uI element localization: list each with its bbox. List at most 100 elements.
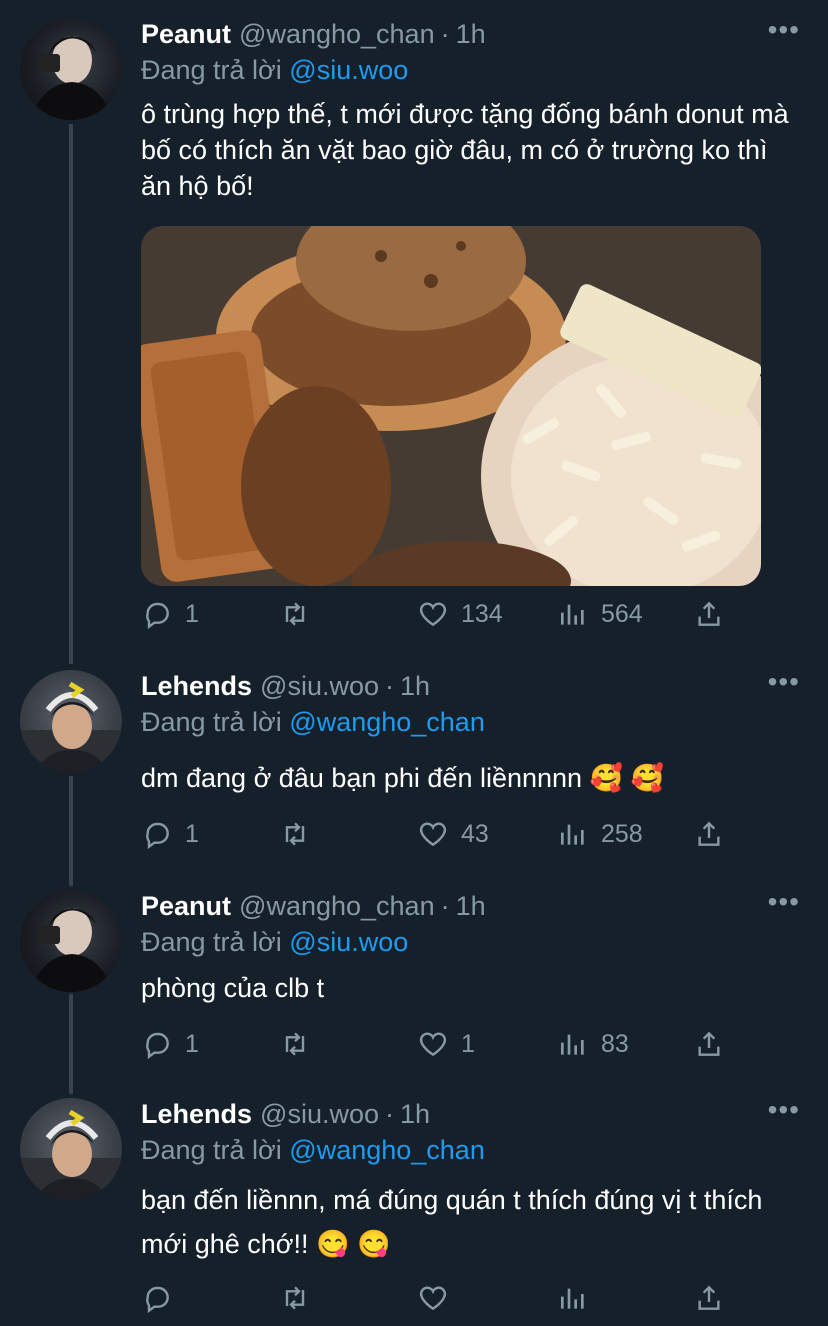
mention-link[interactable]: @siu.woo (289, 55, 408, 85)
reply-icon (146, 1286, 169, 1314)
replying-to-label: Đang trả lời (141, 1135, 282, 1165)
separator-dot: · (440, 891, 450, 921)
tweet-actions: 1 43 258 (141, 818, 741, 858)
reply-count: 1 (185, 599, 199, 628)
tweet-text: bạn đến liềnnn, má đúng quán t thích đún… (141, 1185, 763, 1259)
tweet-header: Lehends @siu.woo · 1h (141, 668, 800, 704)
replying-to: Đang trả lời @wangho_chan (141, 704, 800, 740)
timestamp[interactable]: 1h (400, 668, 430, 704)
replying-to-label: Đang trả lời (141, 707, 282, 737)
share-icon (698, 1031, 720, 1056)
reply-count: 1 (185, 819, 199, 848)
separator-dot: · (440, 19, 450, 49)
avatar[interactable] (20, 890, 122, 992)
display-name[interactable]: Lehends (141, 1096, 252, 1132)
more-icon[interactable]: ••• (768, 16, 800, 44)
views-icon (561, 1034, 584, 1055)
share-icon (698, 601, 720, 626)
mention-link[interactable]: @wangho_chan (289, 1135, 485, 1165)
share-button[interactable] (693, 1028, 725, 1060)
tweet-text: ô trùng hợp thế, t mới được tặng đống bá… (141, 99, 789, 201)
views-icon (561, 824, 584, 845)
share-icon (698, 821, 720, 846)
like-count: 134 (461, 599, 503, 628)
reply-icon (146, 1032, 169, 1060)
timestamp[interactable]: 1h (456, 16, 486, 52)
retweet-button[interactable] (279, 598, 323, 630)
tweet-header: Peanut @wangho_chan · 1h (141, 16, 800, 52)
username[interactable]: @wangho_chan (239, 16, 435, 52)
like-icon (419, 1286, 447, 1311)
like-count: 43 (461, 819, 489, 848)
retweet-button[interactable] (279, 1282, 323, 1314)
tweet-actions (141, 1282, 741, 1322)
views-button[interactable]: 258 (557, 818, 643, 850)
views-count: 83 (601, 1029, 629, 1058)
views-icon (561, 604, 584, 625)
timestamp[interactable]: 1h (456, 888, 486, 924)
tweet-actions: 1 134 564 (141, 598, 741, 638)
like-button[interactable]: 134 (417, 598, 503, 630)
avatar[interactable] (20, 18, 122, 120)
display-name[interactable]: Lehends (141, 668, 252, 704)
share-button[interactable] (693, 598, 725, 630)
reply-button[interactable]: 1 (141, 598, 199, 630)
mention-link[interactable]: @wangho_chan (289, 707, 485, 737)
avatar[interactable] (20, 670, 122, 772)
views-button[interactable] (557, 1282, 601, 1314)
views-button[interactable]: 564 (557, 598, 643, 630)
views-count: 258 (601, 819, 643, 848)
tweet-photo[interactable] (141, 226, 761, 586)
like-icon (419, 1032, 447, 1057)
share-button[interactable] (693, 1282, 725, 1314)
retweet-icon (285, 822, 305, 846)
like-button[interactable]: 43 (417, 818, 489, 850)
more-icon[interactable]: ••• (768, 1096, 800, 1124)
username[interactable]: @wangho_chan (239, 888, 435, 924)
retweet-icon (285, 1032, 305, 1056)
reply-count: 1 (185, 1029, 199, 1058)
tweet[interactable]: Peanut @wangho_chan · 1h ••• Đang trả lờ… (0, 872, 828, 1072)
reply-icon (146, 822, 169, 850)
mention-link[interactable]: @siu.woo (289, 927, 408, 957)
more-icon[interactable]: ••• (768, 668, 800, 696)
reply-button[interactable] (141, 1282, 185, 1314)
display-name[interactable]: Peanut (141, 888, 231, 924)
views-icon (561, 1288, 584, 1309)
like-icon (419, 822, 447, 847)
replying-to: Đang trả lời @siu.woo (141, 924, 800, 960)
retweet-button[interactable] (279, 818, 323, 850)
tweet[interactable]: Peanut @wangho_chan · 1h ••• Đang trả lờ… (0, 0, 828, 650)
tweet-header: Peanut @wangho_chan · 1h (141, 888, 800, 924)
separator-dot: · (385, 1099, 394, 1129)
like-button[interactable]: 1 (417, 1028, 475, 1060)
tweet-text: phòng của clb t (141, 973, 325, 1003)
tweet-text: dm đang ở đâu bạn phi đến liềnnnnn 🥰 🥰 (141, 763, 665, 793)
tweet[interactable]: Lehends @siu.woo · 1h ••• Đang trả lời @… (0, 652, 828, 862)
more-icon[interactable]: ••• (768, 888, 800, 916)
retweet-icon (285, 602, 305, 626)
display-name[interactable]: Peanut (141, 16, 231, 52)
share-button[interactable] (693, 818, 725, 850)
retweet-icon (285, 1286, 305, 1310)
timestamp[interactable]: 1h (400, 1096, 430, 1132)
replying-to: Đang trả lời @wangho_chan (141, 1132, 800, 1168)
replying-to-label: Đang trả lời (141, 927, 282, 957)
views-count: 564 (601, 599, 643, 628)
reply-button[interactable]: 1 (141, 1028, 199, 1060)
replying-to-label: Đang trả lời (141, 55, 282, 85)
share-icon (698, 1285, 720, 1310)
like-icon (419, 602, 447, 627)
replying-to: Đang trả lời @siu.woo (141, 52, 800, 88)
tweet-actions: 1 1 83 (141, 1028, 741, 1068)
username[interactable]: @siu.woo (260, 668, 379, 704)
reply-button[interactable]: 1 (141, 818, 199, 850)
retweet-button[interactable] (279, 1028, 323, 1060)
tweet[interactable]: Lehends @siu.woo · 1h ••• Đang trả lời @… (0, 1080, 828, 1326)
like-count: 1 (461, 1029, 475, 1058)
views-button[interactable]: 83 (557, 1028, 629, 1060)
avatar[interactable] (20, 1098, 122, 1200)
separator-dot: · (385, 671, 394, 701)
username[interactable]: @siu.woo (260, 1096, 379, 1132)
like-button[interactable] (417, 1282, 461, 1314)
